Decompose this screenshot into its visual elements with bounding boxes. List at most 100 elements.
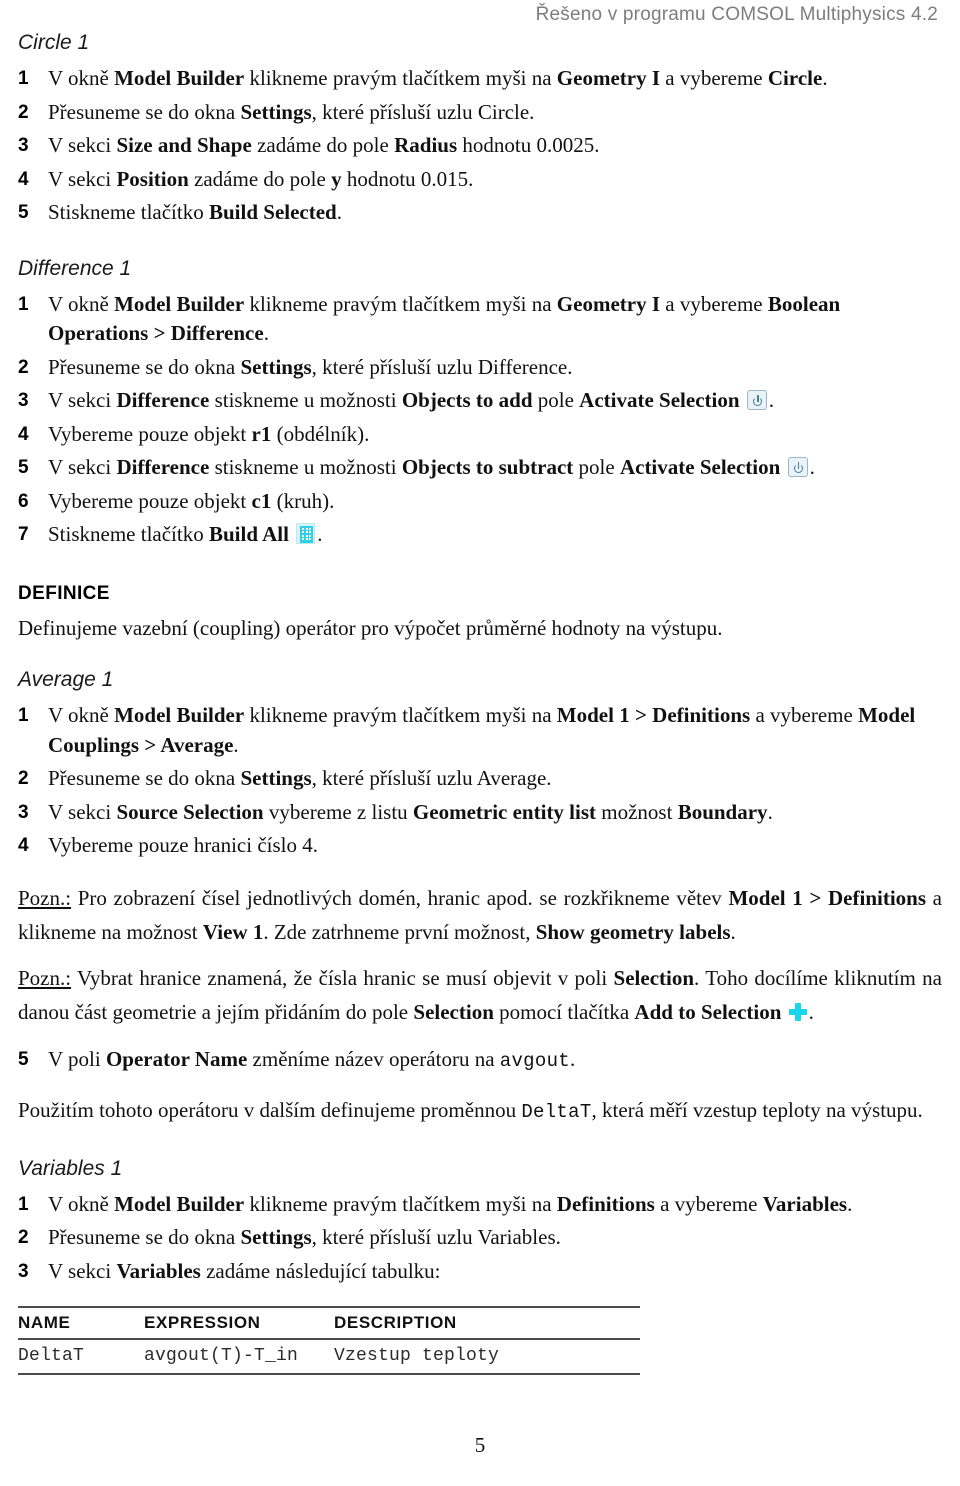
- step-item: 4 V sekci Position zadáme do pole y hodno…: [18, 165, 942, 195]
- step-number: 5: [18, 1048, 29, 1070]
- steps-list-difference-1: 1 V okně Model Builder klikneme pravým tl…: [18, 290, 942, 550]
- step-number: 7: [18, 524, 29, 545]
- step-text: V sekci Difference stiskneme u možnosti …: [48, 388, 774, 412]
- document-page: Řešeno v programu COMSOL Multiphysics 4.…: [0, 0, 960, 1486]
- emphasis-text: Model Builder: [114, 1191, 245, 1216]
- step-item: 2 Přesuneme se do okna Settings, které př…: [18, 1223, 942, 1253]
- column-header-name: NAME: [18, 1306, 144, 1340]
- body-text: hodnotu 0.0025.: [457, 133, 600, 157]
- step-text: Přesuneme se do okna Settings, které pří…: [48, 355, 573, 379]
- emphasis-text: Geometry I: [556, 66, 661, 90]
- body-text: V sekci: [48, 133, 117, 157]
- note-label: Pozn.:: [18, 965, 72, 990]
- emphasis-text: Settings: [240, 766, 312, 790]
- step-item: 3 V sekci Size and Shape zadáme do pole R…: [18, 131, 942, 161]
- emphasis-text: Selection: [613, 965, 695, 990]
- section-heading-difference-1: Difference 1: [18, 256, 132, 280]
- body-text: .: [768, 388, 775, 412]
- step-item: 4 Vybereme pouze objekt r1 (obdélník).: [18, 420, 942, 450]
- emphasis-text: View 1: [202, 919, 264, 944]
- body-text: V sekci: [48, 166, 117, 191]
- body-text: .: [317, 522, 323, 546]
- body-text: vybereme z listu: [263, 799, 413, 824]
- step-number: 1: [18, 705, 29, 726]
- table-row: DeltaT avgout(T)-T_in Vzestup teploty: [18, 1339, 640, 1375]
- body-text: V sekci: [48, 799, 117, 824]
- body-text: .: [767, 799, 773, 824]
- emphasis-text: Activate Selection: [619, 455, 781, 479]
- step-item: 5 V sekci Difference stiskneme u možnosti…: [18, 453, 942, 483]
- emphasis-text: Show geometry labels: [535, 919, 731, 944]
- build-all-icon-window: [309, 534, 311, 537]
- build-all-icon-window: [302, 531, 305, 534]
- step-text: Vybereme pouze objekt r1 (obdélník).: [48, 422, 369, 446]
- cell-expression: avgout(T)-T_in: [144, 1339, 334, 1375]
- step-item: 3 V sekci Variables zadáme následující ta…: [18, 1257, 942, 1287]
- emphasis-text: Model 1 > Definitions: [728, 885, 927, 910]
- step-operator-name: 5 V poli Operator Name změníme název ope…: [18, 1045, 942, 1077]
- step-number: 3: [18, 135, 29, 156]
- emphasis-text: Model Builder: [114, 66, 245, 90]
- usage-paragraph: Použitím tohoto operátoru v dalším defin…: [18, 1096, 942, 1128]
- body-text: zadáme následující tabulku:: [200, 1258, 441, 1283]
- step-text: V sekci Size and Shape zadáme do pole Ra…: [48, 133, 599, 157]
- step-number: 5: [18, 202, 29, 223]
- body-text: zadáme do pole: [188, 166, 332, 191]
- body-text: .: [808, 999, 814, 1024]
- body-text: , které přísluší uzlu Circle.: [311, 99, 535, 124]
- step-number: 2: [18, 356, 29, 378]
- body-text: [780, 455, 785, 479]
- body-text: stiskneme u možnosti: [209, 455, 402, 479]
- step-number: 6: [18, 490, 29, 512]
- body-text: V sekci: [48, 1258, 117, 1283]
- emphasis-text: Circle: [767, 66, 823, 90]
- build-all-icon-window: [305, 538, 308, 541]
- step-text: Přesuneme se do okna Settings, které pří…: [48, 100, 534, 124]
- emphasis-text: Operator Name: [105, 1046, 248, 1071]
- step-number: 3: [18, 390, 29, 411]
- step-number: 2: [18, 101, 29, 123]
- step-item: 1 V okně Model Builder klikneme pravým tl…: [18, 64, 942, 94]
- body-text: a vybereme: [750, 703, 859, 727]
- section-heading-variables-1: Variables 1: [18, 1156, 123, 1180]
- emphasis-text: Settings: [240, 354, 312, 379]
- body-text: (kruh).: [271, 488, 335, 513]
- step-text: V okně Model Builder klikneme pravým tla…: [48, 292, 840, 346]
- body-text: možnost: [596, 799, 678, 824]
- body-text: a vybereme: [654, 1191, 763, 1216]
- step-text: Vybereme pouze hranici číslo 4.: [48, 833, 318, 857]
- body-text: V okně: [48, 66, 115, 90]
- emphasis-text: Variables: [762, 1191, 848, 1216]
- emphasis-text: Geometry I: [556, 291, 661, 316]
- body-text: Přesuneme se do okna: [48, 99, 241, 124]
- step-number: 1: [18, 68, 29, 89]
- step-item: 7 Stiskneme tlačítko Build All .: [18, 520, 942, 550]
- body-text: .: [263, 321, 269, 345]
- body-text: klikneme pravým tlačítkem myši na: [244, 66, 557, 90]
- step-number: 1: [18, 1193, 29, 1215]
- step-text: Stiskneme tlačítko Build All .: [48, 522, 322, 546]
- step-item: 3 V sekci Difference stiskneme u možnosti…: [18, 386, 942, 416]
- body-text: V sekci: [48, 388, 117, 412]
- step-text: V sekci Variables zadáme následující tab…: [48, 1259, 441, 1283]
- usage-pre: Použitím tohoto operátoru v dalším defin…: [18, 1098, 522, 1122]
- body-text: Vybereme pouze objekt: [48, 421, 252, 446]
- body-text: .: [730, 919, 736, 944]
- step-item: 6 Vybereme pouze objekt c1 (kruh).: [18, 487, 942, 517]
- body-text: Vybereme pouze hranici číslo 4.: [48, 833, 318, 857]
- section-heading-circle-1: Circle 1: [18, 31, 90, 54]
- body-text: , které přísluší uzlu Difference.: [311, 354, 573, 379]
- build-all-icon-window: [309, 531, 311, 534]
- body-text: stiskneme u možnosti: [209, 388, 402, 412]
- emphasis-text: Settings: [240, 99, 312, 124]
- step-text: V sekci Position zadáme do pole y hodnot…: [48, 167, 473, 191]
- body-text: pomocí tlačítka: [493, 999, 635, 1024]
- add-to-selection-icon: [788, 1002, 807, 1021]
- table-header-row: NAME EXPRESSION DESCRIPTION: [18, 1306, 640, 1340]
- body-text: klikneme pravým tlačítkem myši na: [244, 703, 557, 727]
- step-text: Stiskneme tlačítko Build Selected.: [48, 200, 342, 224]
- body-text: klikneme pravým tlačítkem myši na: [244, 291, 557, 316]
- body-text: klikneme pravým tlačítkem myši na: [244, 1191, 557, 1216]
- body-text: [781, 1000, 786, 1024]
- body-text: Vybrat hranice znamená, že čísla hranic …: [71, 965, 614, 990]
